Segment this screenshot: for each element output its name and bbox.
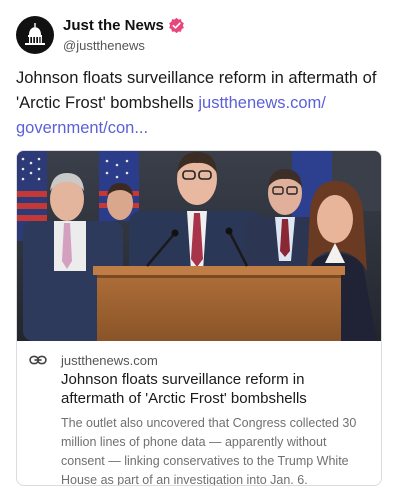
display-name-row: Just the News: [63, 17, 185, 35]
account-display-name[interactable]: Just the News: [63, 17, 164, 35]
capitol-dome-icon: [25, 23, 45, 45]
account-handle[interactable]: @justthenews: [63, 37, 185, 54]
post-header: Just the News @justthenews: [16, 15, 185, 55]
card-title[interactable]: Johnson floats surveillance reform in af…: [61, 370, 371, 408]
card-body: justthenews.com Johnson floats surveilla…: [17, 341, 381, 486]
post-text: Johnson floats surveillance reform in af…: [16, 66, 386, 141]
link-icon: [29, 355, 47, 365]
card-domain-row: justthenews.com: [29, 351, 371, 369]
press-conference-photo: [17, 151, 381, 341]
card-domain: justthenews.com: [61, 352, 158, 368]
verified-badge-icon: [169, 17, 184, 34]
account-avatar[interactable]: [16, 16, 54, 54]
link-preview-card[interactable]: justthenews.com Johnson floats surveilla…: [16, 150, 382, 486]
account-names: Just the News @justthenews: [63, 17, 185, 54]
card-description: The outlet also uncovered that Congress …: [61, 416, 357, 486]
